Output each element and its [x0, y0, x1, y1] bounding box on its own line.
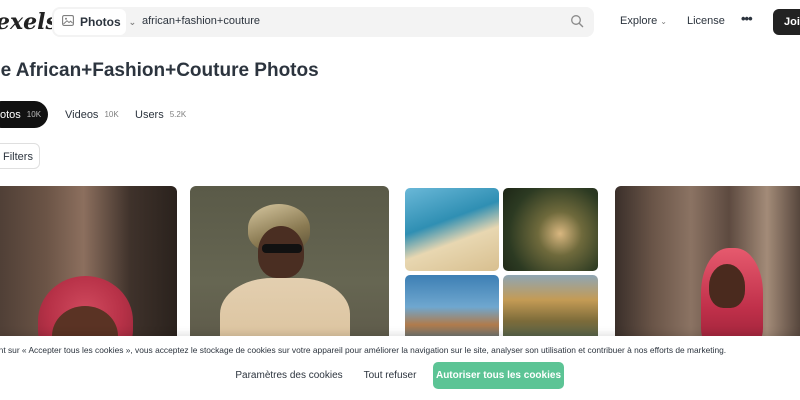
tab-label: Videos — [65, 108, 99, 121]
nav-explore[interactable]: Explore ⌄ — [620, 15, 667, 27]
search-input[interactable]: african+fashion+couture — [142, 15, 260, 27]
photo-collection-card[interactable] — [403, 186, 600, 346]
photo-card[interactable] — [190, 186, 389, 346]
photo-subject-sunglasses — [262, 244, 302, 253]
photo-card[interactable] — [0, 186, 177, 346]
collection-thumb-mushroom — [503, 188, 598, 271]
pexels-logo[interactable]: exels — [0, 9, 58, 35]
tab-count: 10K — [26, 110, 42, 119]
tab-label: Users — [135, 108, 164, 121]
search-bar[interactable]: Photos ⌄ african+fashion+couture — [52, 7, 594, 37]
chevron-down-icon: ⌄ — [128, 16, 137, 27]
tab-count: 5.2K — [169, 110, 187, 119]
tab-label: otos — [0, 108, 21, 121]
media-type-select[interactable]: Photos ⌄ — [54, 9, 136, 35]
tab-videos[interactable]: Videos 10K — [65, 101, 119, 128]
search-icon[interactable] — [570, 14, 584, 33]
top-header: exels Photos ⌄ african+fashion+couture E… — [0, 0, 800, 44]
tab-photos[interactable]: otos 10K — [0, 101, 48, 128]
cookie-refuse-button[interactable]: Tout refuser — [355, 362, 425, 389]
more-menu-icon[interactable]: ••• — [741, 11, 753, 26]
chevron-down-icon: ⌄ — [660, 17, 667, 26]
tab-count: 10K — [104, 110, 119, 119]
cookie-accept-button[interactable]: Autoriser tous les cookies — [433, 362, 564, 389]
page-title: ee African+Fashion+Couture Photos — [0, 60, 319, 81]
cookie-settings-button[interactable]: Paramètres des cookies — [230, 362, 348, 389]
collection-thumb-beach — [405, 188, 499, 271]
photo-subject-face — [709, 264, 745, 308]
cookie-banner: ant sur « Accepter tous les cookies », v… — [0, 336, 800, 400]
join-button[interactable]: Join — [773, 9, 800, 35]
cookie-consent-text: ant sur « Accepter tous les cookies », v… — [0, 345, 727, 355]
nav-license[interactable]: License — [687, 15, 725, 27]
image-icon — [62, 15, 74, 29]
nav-explore-label: Explore — [620, 15, 658, 27]
filters-button[interactable]: Filters — [0, 143, 40, 169]
photo-card[interactable] — [615, 186, 800, 346]
media-type-label: Photos — [80, 15, 121, 29]
tab-users[interactable]: Users 5.2K — [135, 101, 186, 128]
